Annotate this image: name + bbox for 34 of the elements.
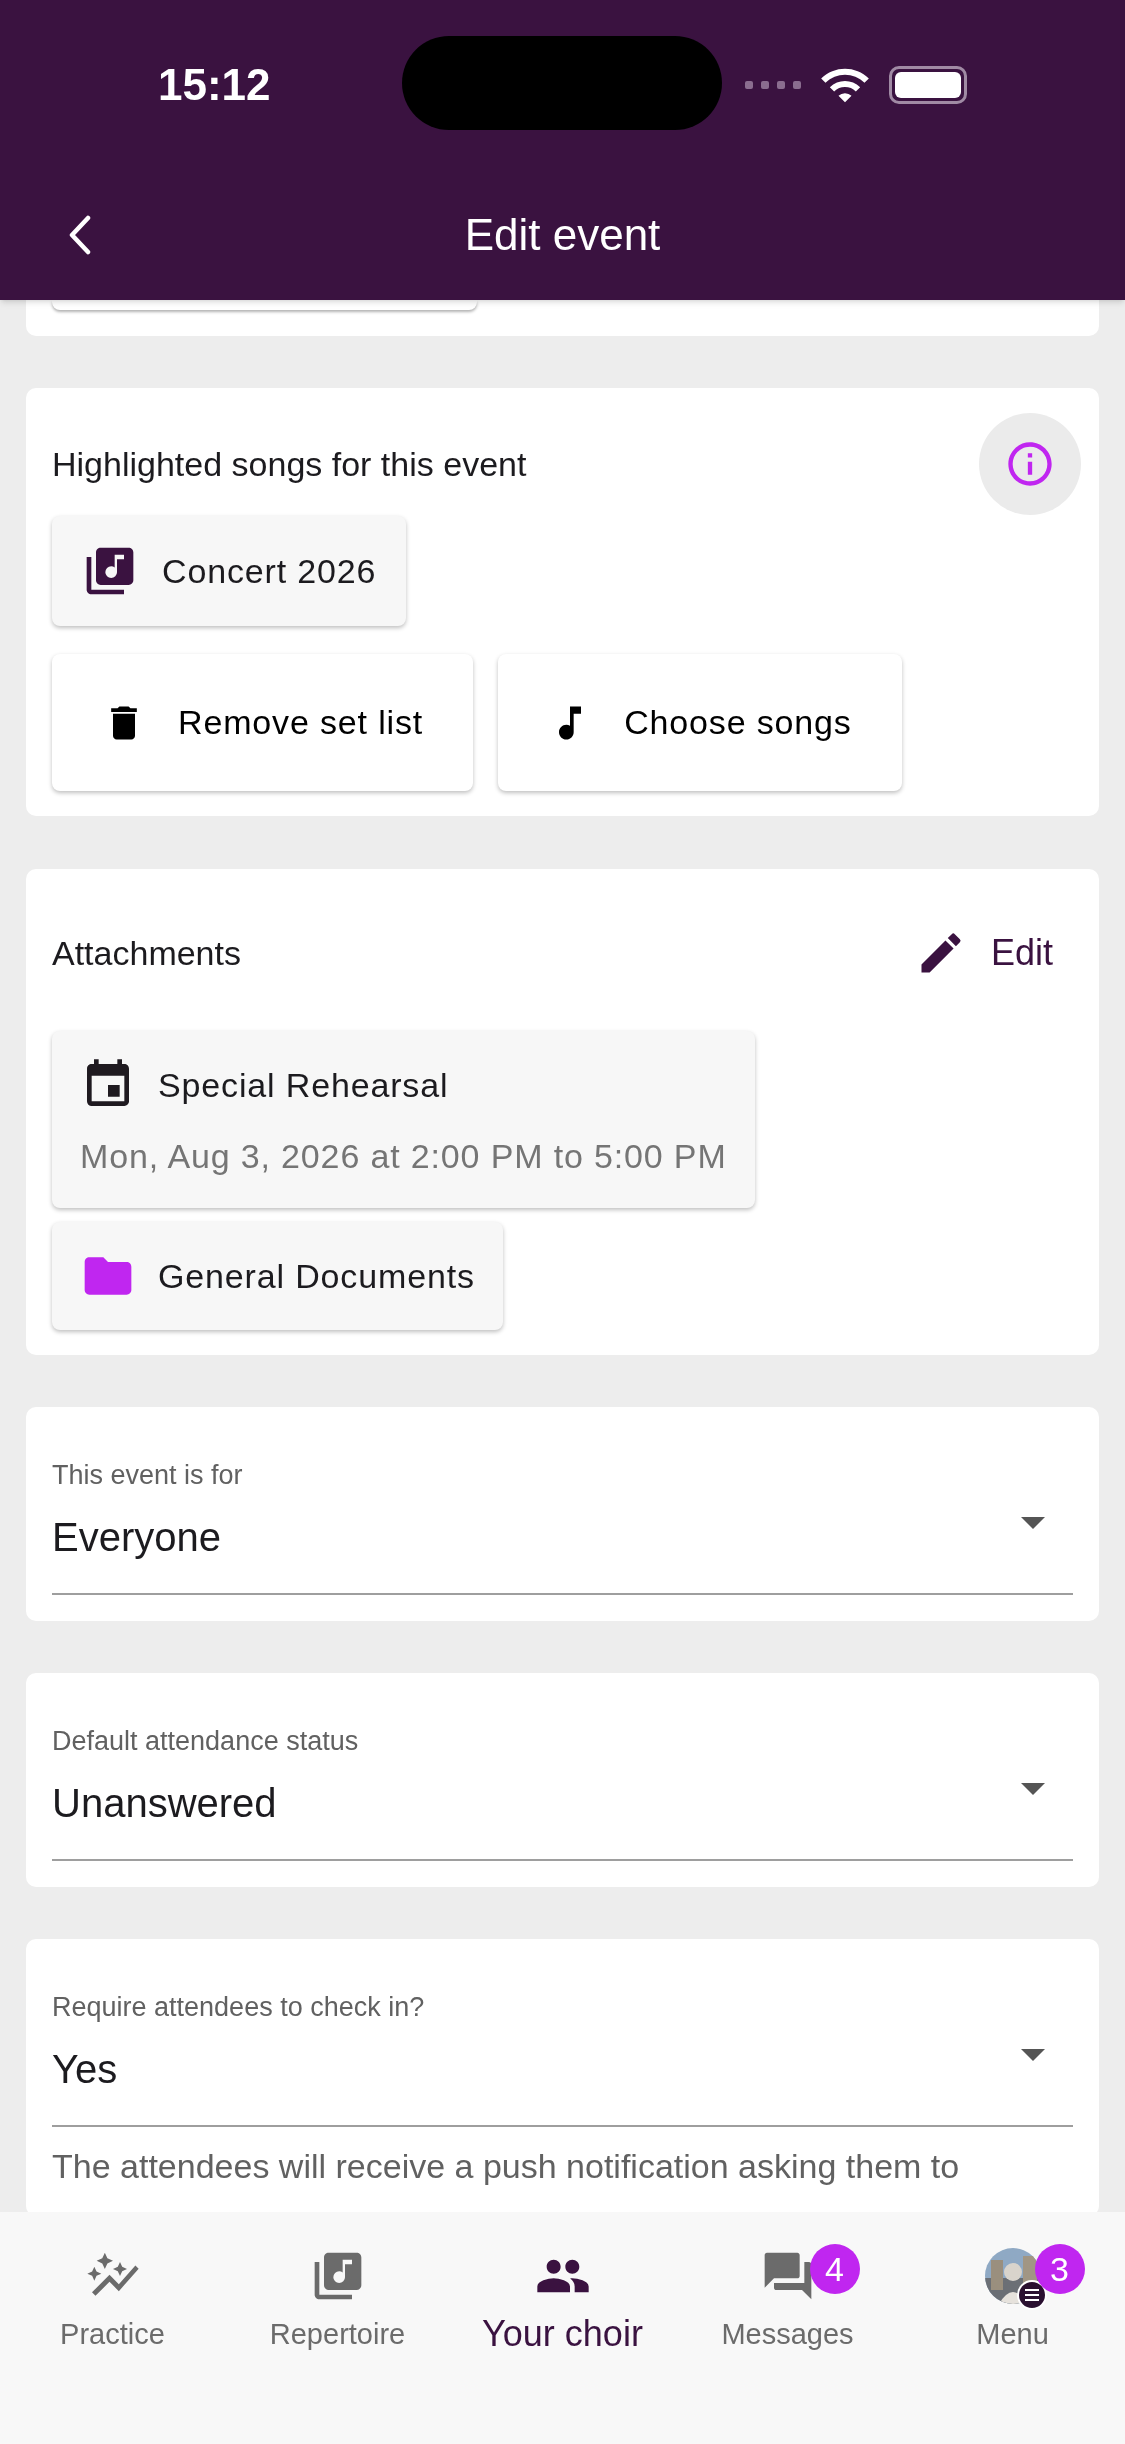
page-title: Edit event — [464, 209, 661, 261]
dropdown-field[interactable]: Default attendance status Unanswered — [52, 1725, 1073, 1861]
count-badge: 3 — [1034, 2244, 1085, 2294]
folder-attachment[interactable]: General Documents — [52, 1222, 503, 1330]
field-value: Everyone — [52, 1514, 222, 1561]
choose-songs-button[interactable]: Choose songs — [498, 654, 902, 791]
help-text: The attendees will receive a push notification asking them to — [52, 2146, 961, 2187]
dropdown-field[interactable]: Require attendees to check in? Yes — [52, 1991, 1073, 2127]
dropdown-field[interactable]: This event is for Everyone — [52, 1459, 1073, 1595]
set-list-chip[interactable]: Concert 2026 — [52, 516, 407, 626]
field-label: This event is for — [52, 1459, 244, 1491]
dropdown-arrow-icon — [1021, 2049, 1045, 2061]
event-attachment[interactable]: Special Rehearsal Mon, Aug 3, 2026 at 2:00 PM to 5:00 PM — [52, 1031, 755, 1208]
battery-icon — [889, 66, 967, 104]
nav-tab[interactable]: Practice — [0, 2248, 225, 2356]
remove-set-list-button[interactable]: Remove set list — [52, 654, 474, 791]
field-label: Default attendance status — [52, 1725, 360, 1757]
signal-icon — [745, 79, 801, 91]
attachment-date: Mon, Aug 3, 2026 at 2:00 PM to 5:00 PM — [80, 1136, 727, 1177]
back-icon — [69, 215, 91, 255]
attachment-title: General Documents — [158, 1255, 475, 1297]
count-badge: 4 — [809, 2244, 860, 2294]
field-value: Unanswered — [52, 1780, 278, 1827]
field-label: Require attendees to check in? — [52, 1991, 426, 2023]
dropdown-arrow-icon — [1021, 1783, 1045, 1795]
section-label: Attachments — [52, 932, 241, 974]
attachment-title: Special Rehearsal — [158, 1064, 449, 1106]
nav-tab[interactable]: Your choir — [450, 2248, 675, 2356]
nav-tab[interactable]: Repertoire — [225, 2248, 450, 2356]
status-time: 15:12 — [158, 59, 272, 111]
section-label: Highlighted songs for this event — [52, 443, 527, 485]
dropdown-arrow-icon — [1021, 1517, 1045, 1529]
edit-button[interactable]: Edit — [914, 915, 1073, 991]
field-value: Yes — [52, 2046, 119, 2093]
